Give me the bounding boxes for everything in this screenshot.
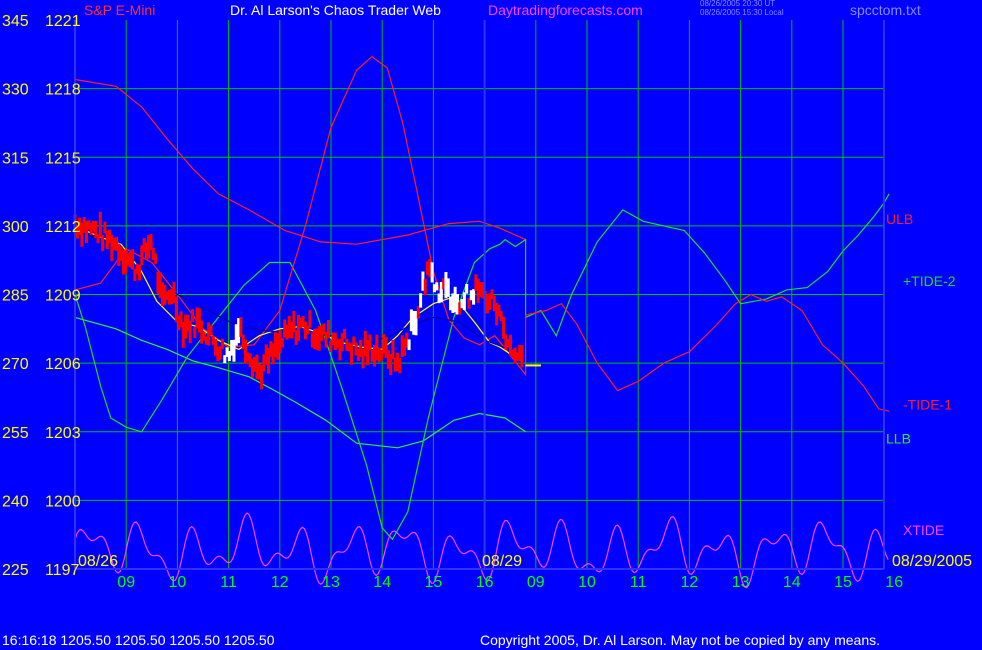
series-ulb — [74, 78, 526, 245]
x-tick-hour: 14 — [373, 574, 391, 591]
y-tick-price: 1206 — [45, 356, 81, 373]
y-tick-price: 1212 — [45, 219, 81, 236]
date-label: 08/29 — [482, 553, 522, 570]
y-tick-price: 1215 — [45, 150, 81, 167]
x-tick-hour: 13 — [322, 574, 340, 591]
price-readout: 16:16:18 1205.50 1205.50 1205.50 1205.50 — [2, 632, 275, 648]
series-label-llb: LLB — [886, 431, 911, 447]
y-tick-price: 1200 — [45, 493, 81, 510]
y-tick-tides: 285 — [2, 288, 29, 305]
y-tick-tides: 240 — [2, 493, 29, 510]
date-label: 08/26 — [78, 553, 118, 570]
y-tick-price: 1203 — [45, 425, 81, 442]
x-tick-hour: 14 — [783, 574, 801, 591]
x-tick-hour: 15 — [834, 574, 852, 591]
chart-canvas: 345 1221330 1218315 1215300 1212285 1209270 12… — [2, 13, 972, 591]
series-label-ulb: ULB — [886, 211, 913, 227]
instrument-title: S&P E-Mini — [84, 2, 156, 18]
y-tick-tides: 300 — [2, 219, 29, 236]
y-tick-price: 1197 — [45, 562, 80, 579]
site-link[interactable]: Daytradingforecasts.com — [488, 2, 643, 18]
x-tick-hour: 10 — [169, 574, 187, 591]
y-tick-price: 1221 — [45, 13, 81, 30]
y-tick-tides: 255 — [2, 425, 29, 442]
series-tide_plus2 — [74, 193, 890, 541]
x-tick-hour: 15 — [425, 574, 443, 591]
y-tick-tides: 345 — [2, 13, 29, 30]
x-tick-hour: 13 — [732, 574, 750, 591]
y-tick-price: 1218 — [45, 82, 81, 99]
y-tick-tides: 225 — [2, 562, 29, 579]
timestamp-local: 08/26/2005 15:30 Local — [700, 8, 784, 17]
date-label: 08/29/2005 — [892, 553, 972, 570]
x-tick-hour: 12 — [681, 574, 699, 591]
y-tick-price: 1209 — [45, 288, 81, 305]
x-tick-hour: 09 — [527, 574, 545, 591]
series-label-tide_minus1: -TIDE-1 — [903, 396, 952, 412]
x-tick-hour: 11 — [220, 574, 237, 591]
x-tick-hour: 16 — [885, 574, 903, 591]
x-tick-hour: 11 — [630, 574, 647, 591]
series-tide_minus1 — [74, 55, 890, 412]
series-label-tide_plus2: +TIDE-2 — [903, 273, 956, 289]
y-tick-tides: 315 — [2, 150, 29, 167]
series-label-xtide: XTIDE — [903, 522, 944, 538]
y-tick-tides: 270 — [2, 356, 29, 373]
timestamp-ut: 08/26/2005 20:30 UT — [700, 0, 776, 8]
data-filename: spcctom.txt — [850, 2, 921, 18]
series-llb — [74, 316, 526, 449]
page-title: Dr. Al Larson's Chaos Trader Web — [230, 2, 441, 18]
y-tick-tides: 330 — [2, 82, 29, 99]
x-tick-hour: 09 — [117, 574, 135, 591]
copyright-notice: Copyright 2005, Dr. Al Larson. May not b… — [480, 632, 881, 648]
x-tick-hour: 10 — [578, 574, 596, 591]
x-tick-hour: 12 — [271, 574, 289, 591]
x-tick-hour: 16 — [476, 574, 494, 591]
